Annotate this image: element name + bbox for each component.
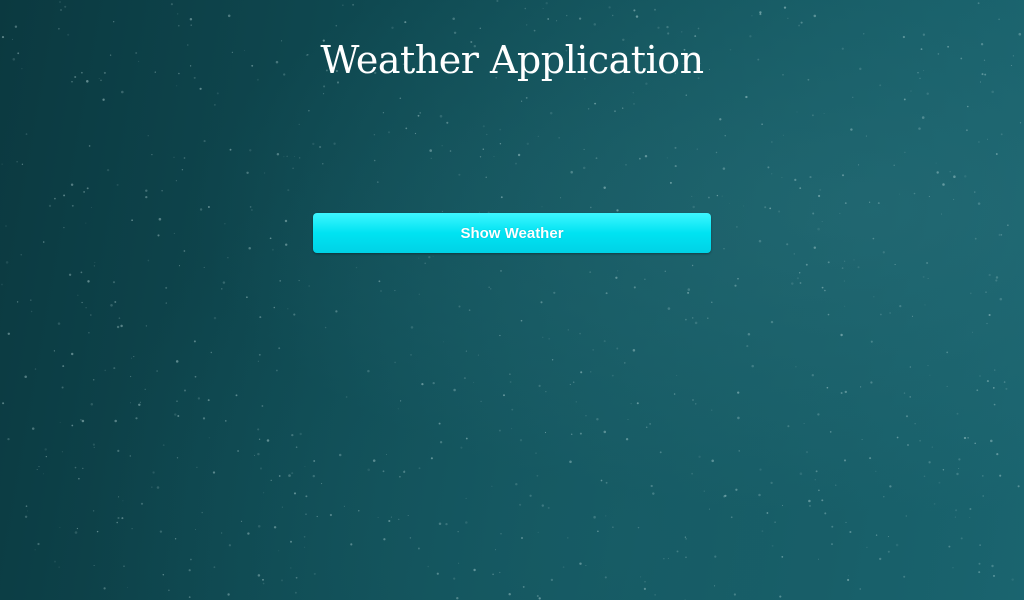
app-container: Weather Application Show Weather xyxy=(0,0,1024,600)
page-title: Weather Application xyxy=(320,38,704,82)
show-weather-button[interactable]: Show Weather xyxy=(313,213,711,253)
